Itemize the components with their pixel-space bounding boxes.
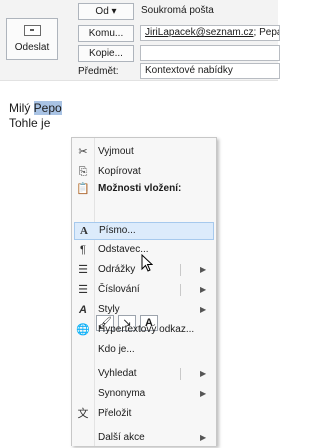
to-recipient-rest: ; Pepa (253, 27, 280, 38)
subject-field[interactable]: Kontextové nabídky (140, 63, 280, 79)
bullets-icon: ☰ (78, 264, 88, 276)
envelope-icon (24, 25, 41, 36)
menu-item-find-label: Vyhledat (98, 368, 137, 379)
menu-item-cut-label: Vyjmout (98, 146, 134, 157)
submenu-arrow-icon: ▶ (200, 265, 207, 274)
submenu-arrow-icon: ▶ (200, 305, 207, 314)
menu-item-numbering-label: Číslování (98, 284, 140, 295)
menu-item-synonyms-label: Synonyma (98, 388, 146, 399)
menu-item-who-is-label: Kdo je... (98, 344, 135, 355)
body-greeting: Milý (9, 101, 34, 115)
scissors-icon: ✂ (78, 146, 88, 158)
subject-label: Předmět: (78, 66, 119, 77)
menu-item-cut[interactable]: ✂ Vyjmout (72, 142, 216, 162)
paragraph-icon: ¶ (80, 244, 86, 256)
menu-item-styles[interactable]: A Styly ▶ (72, 300, 216, 320)
hyperlink-icon: 🌐 (76, 324, 90, 336)
menu-item-find[interactable]: Vyhledat ▶ (72, 364, 216, 384)
menu-item-font-label: Písmo... (99, 225, 136, 236)
menu-item-numbering[interactable]: ☰ Číslování ▶ (72, 280, 216, 300)
from-value: Soukromá pošta (141, 5, 214, 16)
menu-item-translate-label: Přeložit (98, 408, 132, 419)
to-button[interactable]: Komu... (78, 25, 134, 42)
send-button[interactable]: Odeslat (6, 18, 58, 60)
split-divider (180, 284, 181, 296)
menu-item-translate[interactable]: 文 Přeložit (72, 404, 216, 424)
send-label: Odeslat (14, 42, 50, 53)
menu-item-styles-label: Styly (98, 304, 120, 315)
compose-header: Odeslat Od ▾ Soukromá pošta Komu... Jiri… (0, 0, 280, 81)
split-divider (180, 368, 181, 380)
translate-icon: 文 (77, 408, 89, 420)
menu-item-more-actions-label: Další akce (98, 432, 145, 443)
submenu-arrow-icon: ▶ (200, 433, 207, 442)
split-divider (180, 264, 181, 276)
font-icon: A (80, 225, 88, 237)
styles-icon: A (79, 304, 87, 316)
body-line-1[interactable]: Milý Pepo (9, 101, 62, 115)
to-field[interactable]: JiriLapacek@seznam.cz; Pepa (140, 25, 280, 41)
context-menu: ✂ Vyjmout ⎘ Kopírovat 📋 Možnosti vložení… (71, 137, 217, 446)
menu-item-hyperlink-label: Hypertextový odkaz... (98, 324, 195, 335)
cc-button[interactable]: Kopie... (78, 45, 134, 62)
body-line-2[interactable]: Tohle je (9, 116, 50, 130)
menu-item-synonyms[interactable]: Synonyma ▶ (72, 384, 216, 404)
menu-item-more-actions[interactable]: Další akce ▶ (72, 428, 216, 448)
submenu-arrow-icon: ▶ (200, 389, 207, 398)
menu-item-who-is[interactable]: Kdo je... (72, 340, 216, 360)
menu-item-bullets-label: Odrážky (98, 264, 136, 275)
submenu-arrow-icon: ▶ (200, 285, 207, 294)
selected-text[interactable]: Pepo (33, 101, 62, 115)
copy-icon: ⎘ (78, 166, 88, 178)
menu-item-font[interactable]: A Písmo... (74, 222, 214, 240)
to-recipient-link[interactable]: JiriLapacek@seznam.cz (145, 27, 254, 38)
numbering-icon: ☰ (78, 284, 88, 296)
clipboard-icon: 📋 (76, 183, 90, 195)
menu-item-hyperlink[interactable]: 🌐 Hypertextový odkaz... (72, 320, 216, 340)
mouse-pointer-icon (141, 254, 153, 272)
cc-field[interactable] (140, 45, 280, 61)
menu-paste-options-header: 📋 Možnosti vložení: (72, 179, 216, 199)
paste-options-label: Možnosti vložení: (98, 183, 182, 194)
from-button[interactable]: Od ▾ (78, 3, 134, 20)
submenu-arrow-icon: ▶ (200, 369, 207, 378)
